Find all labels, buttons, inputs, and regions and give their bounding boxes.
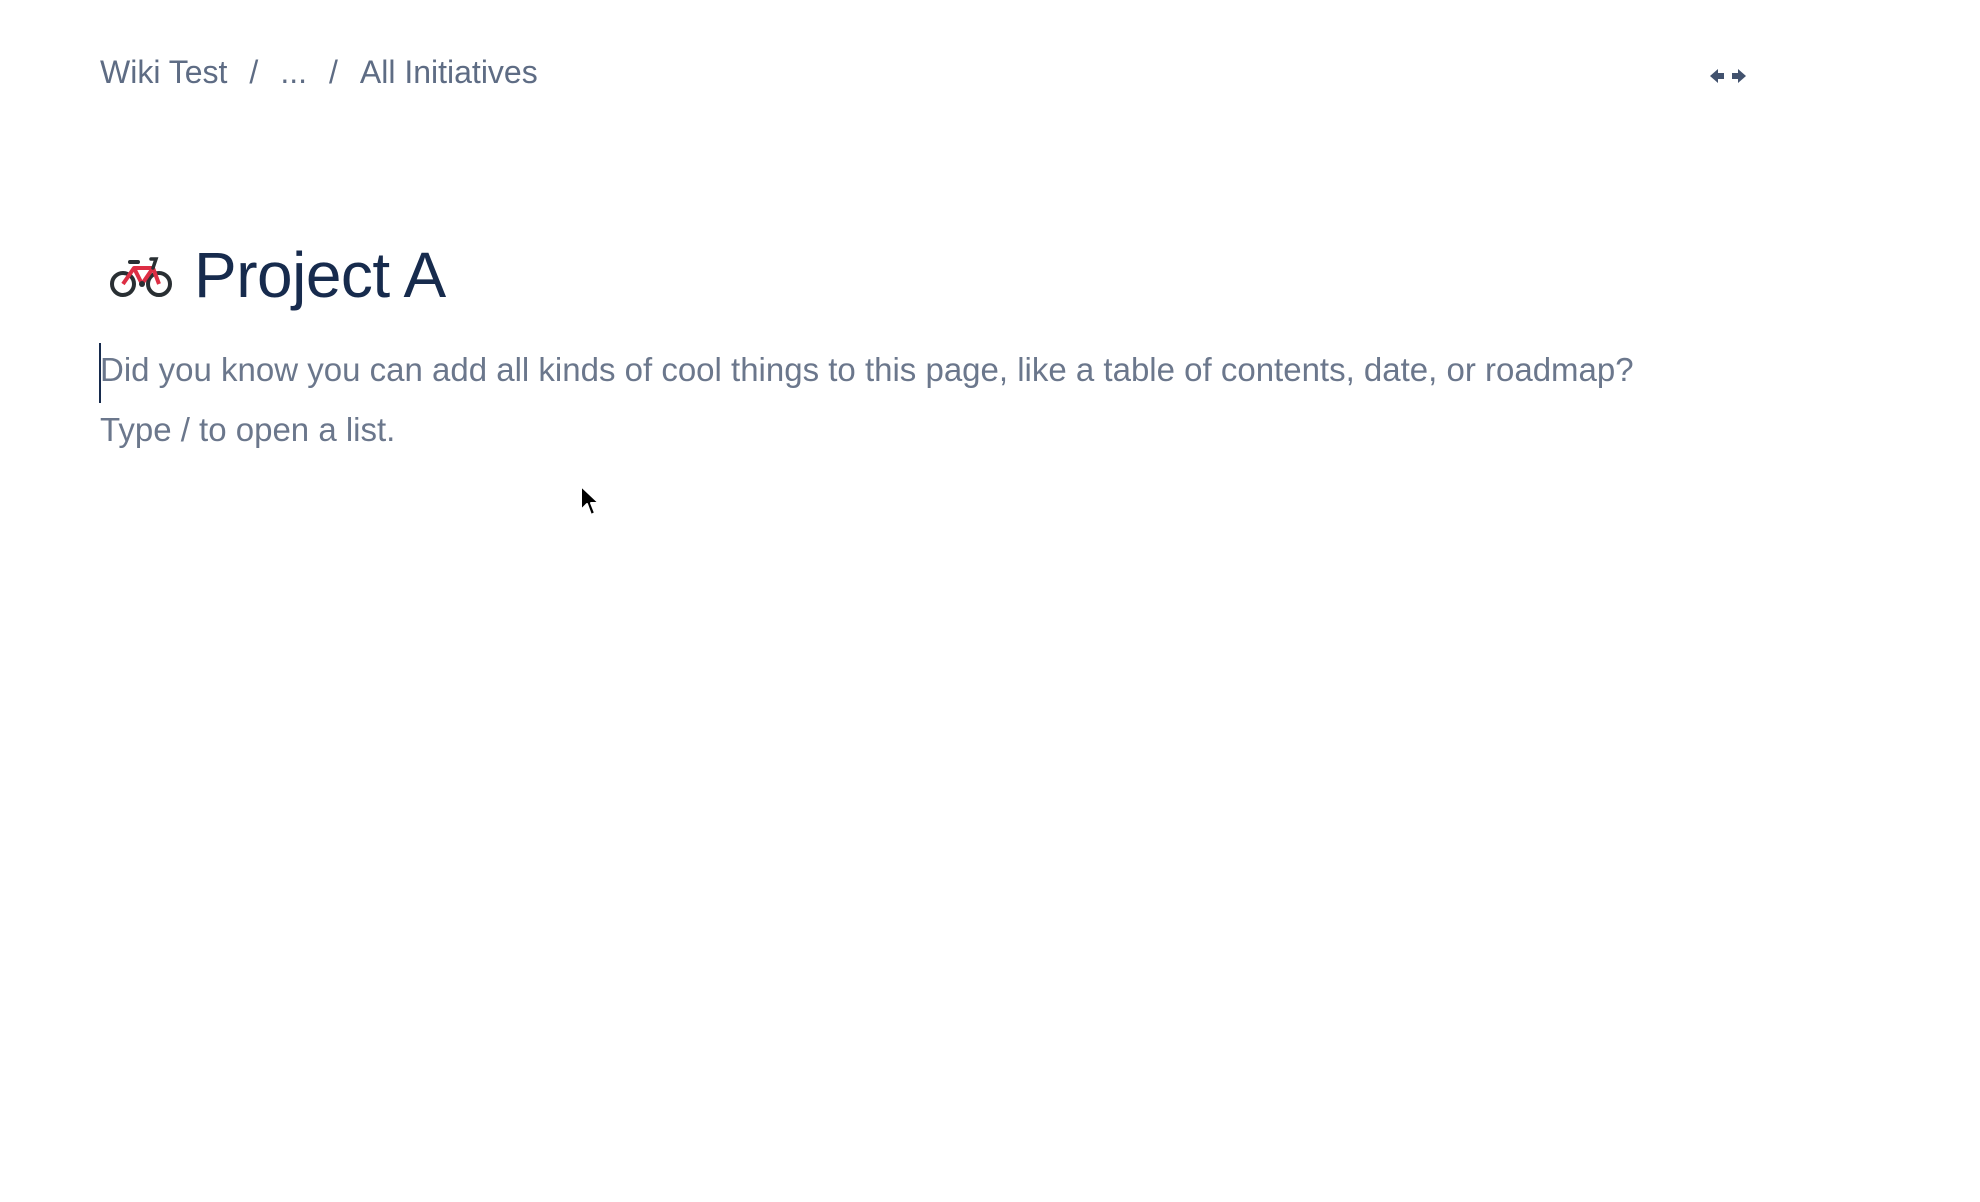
expand-width-button[interactable]	[1706, 62, 1750, 90]
title-row: Project A	[108, 200, 446, 350]
text-caret	[99, 343, 101, 403]
editor-placeholder-line-2: Type / to open a list.	[100, 411, 396, 448]
breadcrumb-item-space[interactable]: Wiki Test	[100, 54, 227, 91]
breadcrumb-separator: /	[328, 54, 338, 90]
breadcrumb-separator: /	[249, 54, 259, 90]
page-body-editor[interactable]: Did you know you can add all kinds of co…	[99, 340, 1760, 740]
breadcrumb-item-collapsed[interactable]: ...	[280, 54, 307, 91]
page-editor: Wiki Test / ... / All Initiatives Projec…	[0, 0, 1980, 1202]
breadcrumb: Wiki Test / ... / All Initiatives	[100, 54, 538, 91]
mouse-pointer-icon	[580, 485, 600, 516]
editor-placeholder-line-1: Did you know you can add all kinds of co…	[100, 351, 1634, 388]
expand-width-arrows-icon	[1710, 69, 1746, 83]
page-title[interactable]: Project A	[194, 243, 446, 307]
bicycle-icon[interactable]	[108, 242, 174, 308]
breadcrumb-item-parent[interactable]: All Initiatives	[360, 54, 538, 91]
